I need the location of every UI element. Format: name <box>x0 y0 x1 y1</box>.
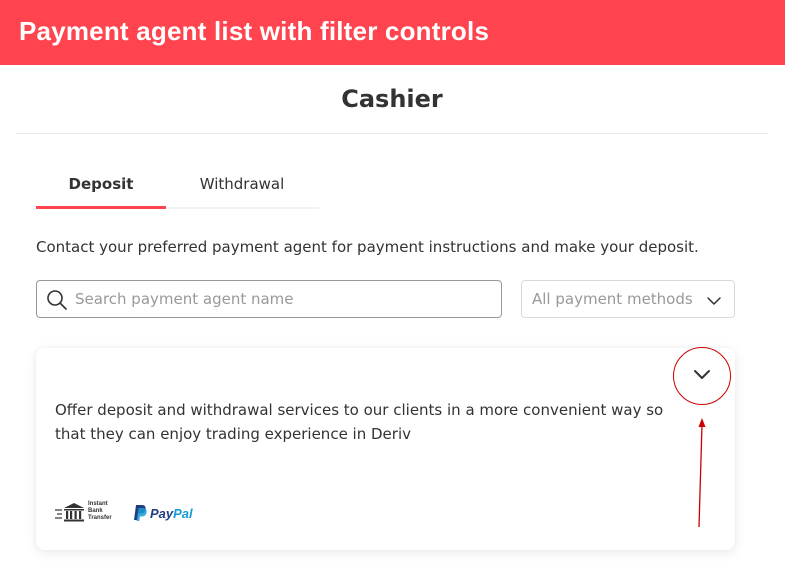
search-input[interactable] <box>75 281 495 317</box>
active-tab-indicator <box>36 206 166 209</box>
expand-agent-button[interactable] <box>686 359 718 391</box>
bank-logo-text: Instant Bank Transfer <box>88 501 112 521</box>
payment-method-selected: All payment methods <box>532 290 693 308</box>
annotation-banner: Payment agent list with filter controls <box>0 0 785 65</box>
agent-description: Offer deposit and withdrawal services to… <box>55 401 664 443</box>
chevron-down-icon <box>707 297 721 305</box>
tab-deposit[interactable]: Deposit <box>36 168 166 209</box>
instant-bank-transfer-logo: Instant Bank Transfer <box>55 500 119 526</box>
paypal-wordmark: PayPal <box>150 506 193 521</box>
page-title: Cashier <box>341 85 443 113</box>
paypal-icon <box>134 505 147 521</box>
page-header: Cashier <box>16 65 768 134</box>
tab-withdrawal[interactable]: Withdrawal <box>177 168 307 209</box>
bank-icon <box>55 503 84 522</box>
cashier-tabs: Deposit Withdrawal <box>36 168 319 209</box>
payment-agent-card: Offer deposit and withdrawal services to… <box>36 348 735 550</box>
paypal-logo: PayPal <box>133 504 203 524</box>
payment-methods-list: Instant Bank Transfer PayPal <box>55 500 255 526</box>
payment-method-dropdown[interactable]: All payment methods <box>521 280 735 318</box>
banner-title: Payment agent list with filter controls <box>19 16 490 46</box>
chevron-down-icon <box>694 370 710 379</box>
deposit-instructions: Contact your preferred payment agent for… <box>36 238 699 256</box>
search-field[interactable] <box>36 280 502 318</box>
search-icon <box>47 290 67 310</box>
